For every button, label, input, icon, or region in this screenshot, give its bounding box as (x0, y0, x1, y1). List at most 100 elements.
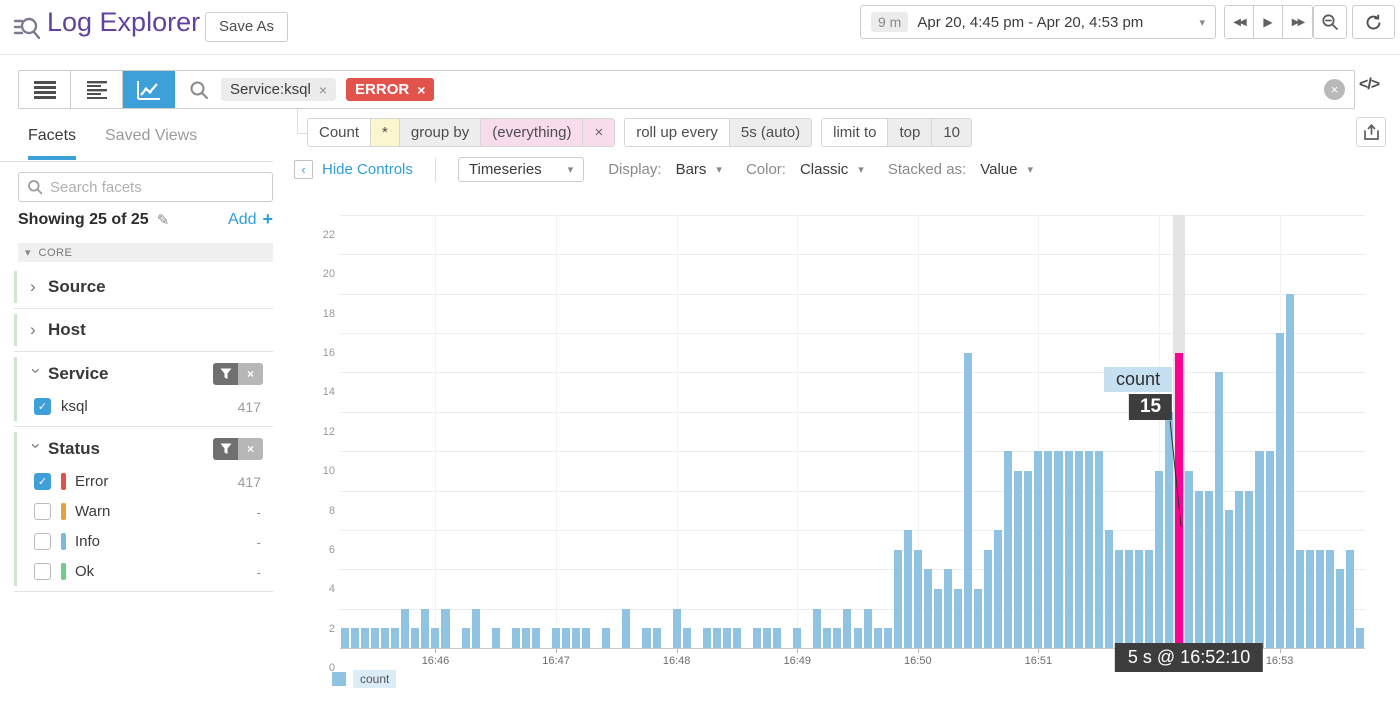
checkbox-checked-icon[interactable]: ✓ (34, 473, 51, 490)
bar[interactable] (793, 628, 801, 648)
bar[interactable] (833, 628, 841, 648)
bar[interactable] (823, 628, 831, 648)
bar[interactable] (512, 628, 520, 648)
bar[interactable] (371, 628, 379, 648)
tab-saved-views[interactable]: Saved Views (105, 127, 197, 145)
bar[interactable] (472, 609, 480, 648)
facet-header-service[interactable]: › Service × (30, 363, 273, 385)
bar[interactable] (1255, 451, 1263, 648)
bar[interactable] (642, 628, 650, 648)
bar[interactable] (1306, 550, 1314, 648)
bar[interactable] (1125, 550, 1133, 648)
facet-header-status[interactable]: › Status × (30, 438, 273, 460)
facet-value-row-info[interactable]: Info - (30, 533, 273, 550)
bar[interactable] (1326, 550, 1334, 648)
bar[interactable] (1095, 451, 1103, 648)
zoom-out-button[interactable] (1313, 5, 1347, 39)
bar[interactable] (683, 628, 691, 648)
bar[interactable] (1034, 451, 1042, 648)
bar[interactable] (1165, 412, 1173, 648)
bar[interactable] (974, 589, 982, 648)
facet-search-input[interactable] (50, 179, 230, 196)
clear-group-by-icon[interactable]: × (582, 119, 614, 146)
clear-search-icon[interactable]: × (1324, 79, 1345, 100)
limit-mode[interactable]: top (887, 119, 931, 146)
bar[interactable] (1235, 491, 1243, 648)
bar[interactable] (1346, 550, 1354, 648)
group-by-value[interactable]: (everything) (480, 119, 582, 146)
bar[interactable] (532, 628, 540, 648)
view-chart-button[interactable] (123, 71, 175, 108)
bar[interactable] (843, 609, 851, 648)
add-facet-button[interactable]: Add + (228, 209, 273, 230)
bar[interactable] (441, 609, 449, 648)
bar[interactable] (1085, 451, 1093, 648)
bar[interactable] (854, 628, 862, 648)
chart-plot[interactable]: 16:4616:4716:4816:4916:5016:5116:53count… (340, 215, 1365, 648)
bar[interactable] (421, 609, 429, 648)
bar[interactable] (813, 609, 821, 648)
tab-facets[interactable]: Facets (28, 127, 76, 160)
fast-forward-button[interactable]: ▶▶ (1283, 6, 1312, 38)
bar[interactable] (924, 569, 932, 648)
color-dropdown[interactable]: Classic ▾ (800, 161, 864, 178)
bar[interactable] (884, 628, 892, 648)
remove-filter-icon[interactable]: × (319, 82, 327, 98)
checkbox-checked-icon[interactable]: ✓ (34, 398, 51, 415)
filter-icon[interactable] (213, 363, 238, 385)
bar[interactable] (1356, 628, 1364, 648)
facet-header-host[interactable]: › Host (30, 320, 273, 340)
bar[interactable] (1296, 550, 1304, 648)
filter-icon[interactable] (213, 438, 238, 460)
bar[interactable] (1185, 471, 1193, 648)
bar[interactable] (984, 550, 992, 648)
bar[interactable] (753, 628, 761, 648)
bar[interactable] (894, 550, 902, 648)
bar[interactable] (381, 628, 389, 648)
checkbox-unchecked-icon[interactable] (34, 533, 51, 550)
facet-value-row[interactable]: ✓ ksql 417 (30, 398, 273, 415)
bar[interactable] (934, 589, 942, 648)
bar[interactable] (653, 628, 661, 648)
bar[interactable] (1075, 451, 1083, 648)
facet-header-source[interactable]: › Source (30, 277, 273, 297)
collapse-left-icon[interactable]: ‹ (294, 160, 313, 179)
bar[interactable] (572, 628, 580, 648)
bar[interactable] (401, 609, 409, 648)
measure-label[interactable]: Count (308, 119, 370, 146)
view-detail-button[interactable] (71, 71, 123, 108)
bar[interactable] (1286, 294, 1294, 648)
bar[interactable] (1205, 491, 1213, 648)
display-dropdown[interactable]: Bars ▾ (676, 161, 722, 178)
bar[interactable] (1215, 372, 1223, 648)
bar[interactable] (1245, 491, 1253, 648)
bar[interactable] (1195, 491, 1203, 648)
bar[interactable] (602, 628, 610, 648)
bar[interactable] (874, 628, 882, 648)
bar[interactable] (1115, 550, 1123, 648)
clear-facet-filter-icon[interactable]: × (238, 363, 263, 385)
bar[interactable] (1135, 550, 1143, 648)
bar[interactable] (1024, 471, 1032, 648)
stacked-as-dropdown[interactable]: Value ▾ (980, 161, 1033, 178)
facet-search[interactable] (18, 172, 273, 202)
bar[interactable] (462, 628, 470, 648)
bar[interactable] (1316, 550, 1324, 648)
bar[interactable] (1266, 451, 1274, 648)
core-section-header[interactable]: ▾ CORE (18, 243, 273, 262)
export-button[interactable] (1356, 117, 1386, 147)
chart-legend[interactable]: count (332, 670, 396, 688)
bar[interactable] (562, 628, 570, 648)
bar[interactable] (1044, 451, 1052, 648)
play-button[interactable]: ▶ (1254, 6, 1283, 38)
bar[interactable] (914, 550, 922, 648)
filter-tag-service[interactable]: Service:ksql × (221, 78, 336, 101)
facet-value-row-warn[interactable]: Warn - (30, 503, 273, 520)
bar[interactable] (1155, 471, 1163, 648)
refresh-button[interactable] (1352, 5, 1395, 39)
highlighted-bar[interactable] (1175, 353, 1183, 648)
bar[interactable] (492, 628, 500, 648)
bar[interactable] (622, 609, 630, 648)
bar[interactable] (1065, 451, 1073, 648)
bar[interactable] (582, 628, 590, 648)
